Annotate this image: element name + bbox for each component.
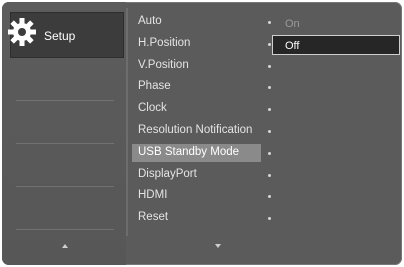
- menu-item-label: Clock: [138, 102, 167, 114]
- sidebar-divider-line: [16, 229, 114, 230]
- menu-item-h-position[interactable]: H.Position: [132, 35, 272, 53]
- menu-item-label: Phase: [138, 80, 171, 92]
- option-off-label: Off: [285, 40, 300, 52]
- sidebar-divider-line: [16, 186, 114, 187]
- bullet-dot: [268, 130, 271, 133]
- menu-item-v-position[interactable]: V.Position: [132, 57, 272, 75]
- scroll-down-icon[interactable]: [215, 244, 221, 248]
- menu-item-auto[interactable]: Auto: [132, 13, 272, 31]
- menu-item-label: Auto: [138, 15, 162, 27]
- sidebar-divider-line: [16, 143, 114, 144]
- menu-item-label: USB Standby Mode: [138, 146, 240, 158]
- menu-item-label: DisplayPort: [138, 168, 197, 180]
- sidebar-item-setup[interactable]: Setup: [8, 12, 124, 58]
- sidebar-item-label: Setup: [44, 29, 76, 43]
- option-on[interactable]: On: [285, 18, 300, 30]
- bullet-dot: [268, 108, 271, 111]
- menu-item-label: V.Position: [138, 59, 189, 71]
- bullet-dot: [268, 65, 271, 68]
- bullet-dot: [268, 195, 271, 198]
- menu-item-usb-standby-mode[interactable]: USB Standby Mode: [132, 144, 261, 162]
- bullet-dot: [268, 43, 271, 46]
- menu-item-reset[interactable]: Reset: [132, 209, 272, 227]
- column-divider: [126, 8, 128, 236]
- bullet-dot: [268, 21, 271, 24]
- sidebar-divider-line: [16, 100, 114, 101]
- scroll-up-icon[interactable]: [62, 244, 68, 248]
- menu-item-resolution-notification[interactable]: Resolution Notification: [132, 122, 272, 140]
- gear-icon: [8, 18, 36, 46]
- menu-item-label: Resolution Notification: [138, 124, 253, 136]
- menu-item-label: Reset: [138, 211, 169, 223]
- menu-item-label: HDMI: [138, 189, 168, 201]
- menu-item-displayport[interactable]: DisplayPort: [132, 166, 272, 184]
- bullet-dot: [268, 152, 271, 155]
- menu-item-label: H.Position: [138, 37, 191, 49]
- bullet-dot: [268, 86, 271, 89]
- bullet-dot: [268, 217, 271, 220]
- menu-item-clock[interactable]: Clock: [132, 100, 272, 118]
- bullet-dot: [268, 174, 271, 177]
- sidebar: Setup: [2, 2, 126, 265]
- option-off-selected[interactable]: Off: [272, 35, 400, 55]
- menu-item-phase[interactable]: Phase: [132, 78, 272, 96]
- menu-item-hdmi[interactable]: HDMI: [132, 187, 272, 205]
- osd-menu-panel: Setup Auto H.Position V.Position Phase C…: [2, 2, 402, 265]
